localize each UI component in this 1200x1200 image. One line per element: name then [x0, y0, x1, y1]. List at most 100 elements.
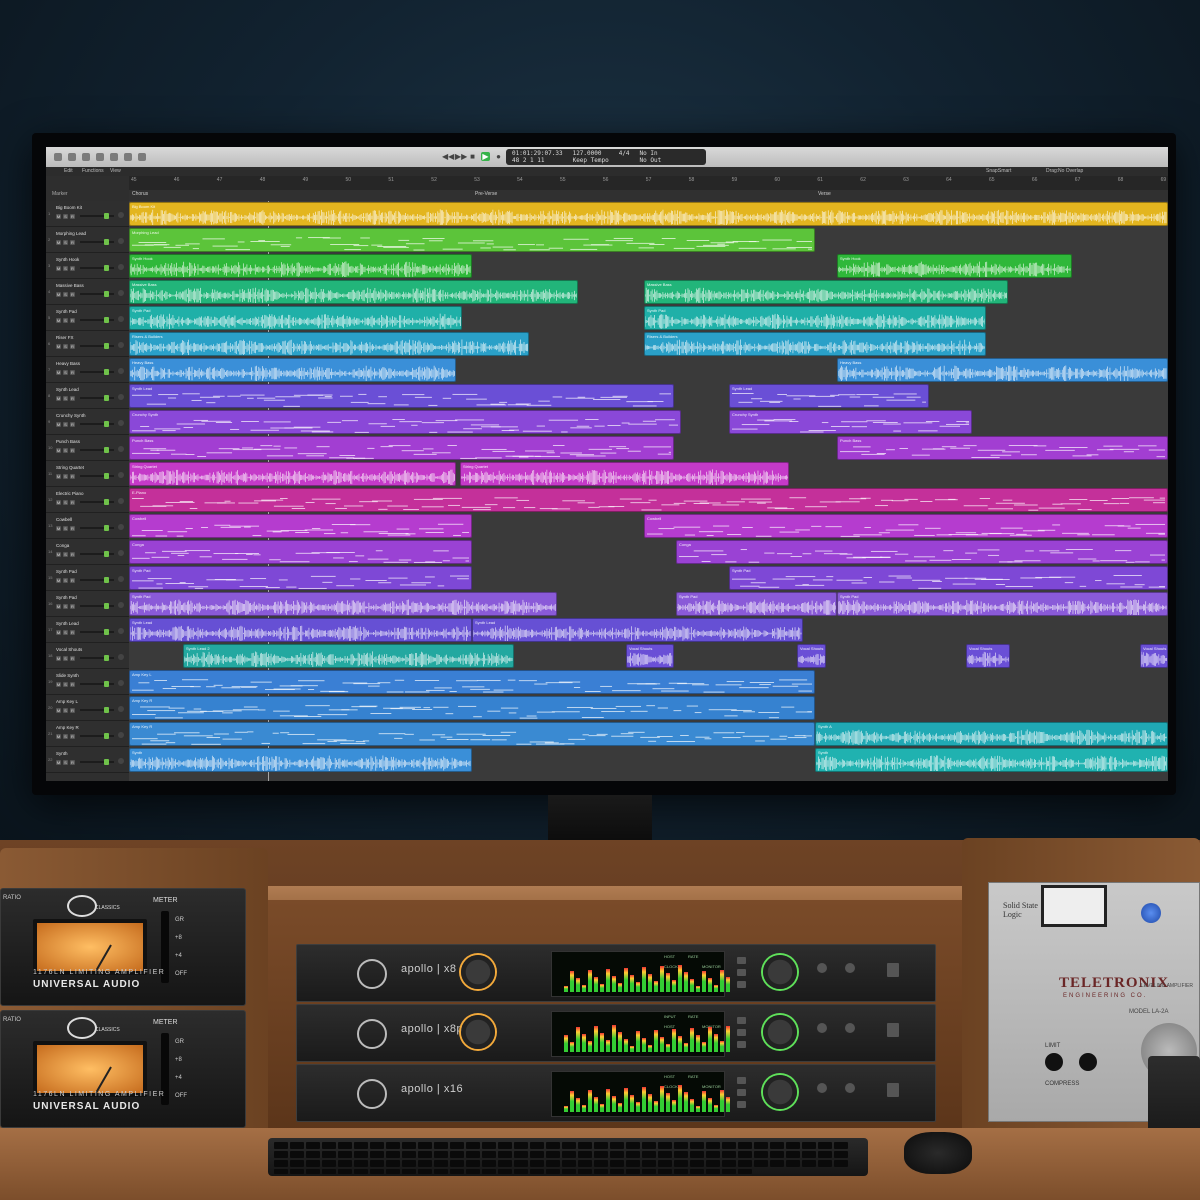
gain-knob[interactable]	[1079, 1053, 1097, 1071]
key[interactable]	[610, 1142, 624, 1149]
key[interactable]	[722, 1160, 736, 1167]
region[interactable]: Vocal Shouts	[966, 644, 1010, 668]
record-enable-button[interactable]: R	[70, 500, 75, 505]
solo-button[interactable]: S	[63, 292, 68, 297]
region[interactable]: Punch Bass	[837, 436, 1168, 460]
key[interactable]	[642, 1169, 656, 1174]
key[interactable]	[722, 1169, 736, 1174]
unit-button[interactable]	[737, 1017, 746, 1024]
input-monitor-icon[interactable]	[118, 290, 124, 296]
volume-fader[interactable]	[80, 291, 114, 297]
play-icon[interactable]: ▶	[481, 152, 490, 161]
solo-button[interactable]: S	[63, 344, 68, 349]
input-monitor-icon[interactable]	[118, 368, 124, 374]
track-header[interactable]: 3 Synth Hook M S R	[46, 253, 129, 279]
arrange-area[interactable]: Big Boom Kit Morphing Lead Synth Hook Synth…	[129, 201, 1168, 781]
fader-handle[interactable]	[104, 707, 109, 713]
record-enable-button[interactable]: R	[70, 526, 75, 531]
key[interactable]	[386, 1160, 400, 1167]
fader-handle[interactable]	[104, 239, 109, 245]
key[interactable]	[402, 1160, 416, 1167]
key[interactable]	[514, 1151, 528, 1158]
forward-icon[interactable]: ▶▶	[455, 152, 467, 161]
volume-fader[interactable]	[80, 733, 114, 739]
volume-fader[interactable]	[80, 655, 114, 661]
volume-fader[interactable]	[80, 265, 114, 271]
mute-button[interactable]: M	[56, 708, 61, 713]
track-header[interactable]: 17 Synth Lead M S R	[46, 617, 129, 643]
region[interactable]: Punch Bass	[129, 436, 674, 460]
record-enable-button[interactable]: R	[70, 604, 75, 609]
solo-button[interactable]: S	[63, 396, 68, 401]
volume-fader[interactable]	[80, 681, 114, 687]
solo-button[interactable]: S	[63, 318, 68, 323]
record-enable-button[interactable]: R	[70, 630, 75, 635]
volume-fader[interactable]	[80, 629, 114, 635]
region[interactable]: Amp Key R	[129, 722, 815, 746]
key[interactable]	[530, 1142, 544, 1149]
mute-button[interactable]: M	[56, 578, 61, 583]
volume-fader[interactable]	[80, 421, 114, 427]
menu-view[interactable]: View	[110, 167, 121, 176]
track-header[interactable]: 9 Crunchy Synth M S R	[46, 409, 129, 435]
headphone-knob[interactable]	[845, 963, 855, 973]
key[interactable]	[466, 1169, 480, 1174]
input-monitor-icon[interactable]	[118, 498, 124, 504]
key[interactable]	[706, 1169, 720, 1174]
record-enable-button[interactable]: R	[70, 578, 75, 583]
key[interactable]	[290, 1169, 304, 1174]
headphone-knob[interactable]	[845, 1023, 855, 1033]
track-header[interactable]: 19 Slide Synth M S R	[46, 669, 129, 695]
key[interactable]	[338, 1169, 352, 1174]
stop-icon[interactable]: ■	[468, 152, 477, 161]
power-switch[interactable]	[887, 1023, 899, 1037]
record-enable-button[interactable]: R	[70, 708, 75, 713]
key[interactable]	[818, 1151, 832, 1158]
keyboard[interactable]	[268, 1138, 868, 1176]
marker-track[interactable]: Chorus Pre-Verse Verse	[129, 190, 1168, 201]
key[interactable]	[338, 1151, 352, 1158]
drag-select[interactable]: No Overlap	[1058, 167, 1083, 176]
headphone-knob[interactable]	[817, 1023, 827, 1033]
key[interactable]	[322, 1151, 336, 1158]
solo-button[interactable]: S	[63, 422, 68, 427]
key[interactable]	[370, 1151, 384, 1158]
track-header[interactable]: 1 Big Boom Kit M S R	[46, 201, 129, 227]
key[interactable]	[658, 1169, 672, 1174]
solo-button[interactable]: S	[63, 578, 68, 583]
mute-button[interactable]: M	[56, 292, 61, 297]
key[interactable]	[514, 1169, 528, 1174]
key[interactable]	[578, 1160, 592, 1167]
solo-button[interactable]: S	[63, 474, 68, 479]
region[interactable]: Massive Bass	[644, 280, 1008, 304]
key[interactable]	[802, 1151, 816, 1158]
volume-fader[interactable]	[80, 577, 114, 583]
help-icon[interactable]	[82, 153, 90, 161]
record-enable-button[interactable]: R	[70, 682, 75, 687]
mute-button[interactable]: M	[56, 344, 61, 349]
key[interactable]	[658, 1160, 672, 1167]
track-header[interactable]: 12 Electric Piano M S R	[46, 487, 129, 513]
key[interactable]	[754, 1160, 768, 1167]
key[interactable]	[418, 1169, 432, 1174]
key[interactable]	[754, 1142, 768, 1149]
volume-fader[interactable]	[80, 317, 114, 323]
key[interactable]	[530, 1151, 544, 1158]
track-header[interactable]: 15 Synth Pad M S R	[46, 565, 129, 591]
fader-handle[interactable]	[104, 551, 109, 557]
input-monitor-icon[interactable]	[118, 394, 124, 400]
key[interactable]	[546, 1169, 560, 1174]
mute-button[interactable]: M	[56, 552, 61, 557]
record-enable-button[interactable]: R	[70, 734, 75, 739]
mute-button[interactable]: M	[56, 734, 61, 739]
region[interactable]: String Quartet	[460, 462, 789, 486]
key[interactable]	[386, 1169, 400, 1174]
track-header[interactable]: 13 Cowbell M S R	[46, 513, 129, 539]
track-header[interactable]: 14 Conga M S R	[46, 539, 129, 565]
region[interactable]: Heavy Bass	[129, 358, 456, 382]
key[interactable]	[546, 1160, 560, 1167]
key[interactable]	[674, 1142, 688, 1149]
key[interactable]	[354, 1142, 368, 1149]
key[interactable]	[738, 1169, 752, 1174]
fader-handle[interactable]	[104, 525, 109, 531]
